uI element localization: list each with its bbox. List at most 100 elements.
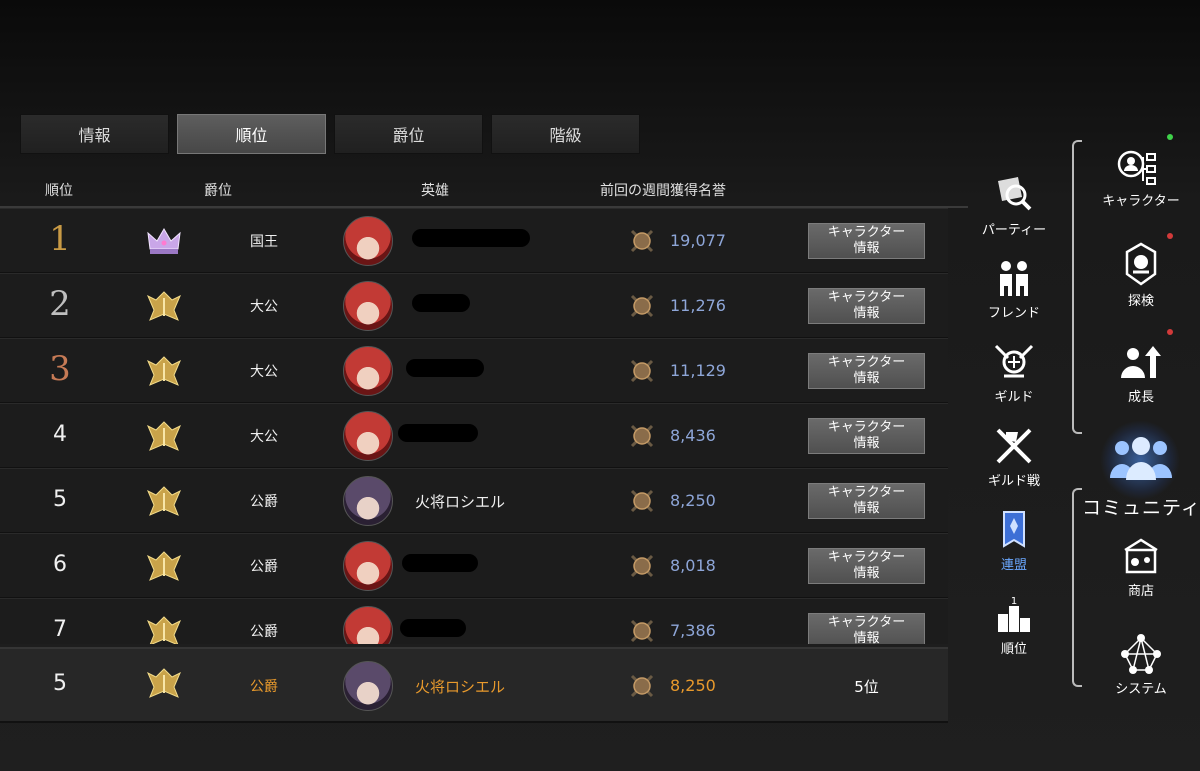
submenu-party[interactable]: パーティー: [968, 175, 1060, 238]
redacted-name: [412, 229, 530, 247]
submenu-guild-war[interactable]: ギルド戦: [968, 426, 1060, 489]
honor-value: 7,386: [670, 621, 716, 640]
peerage-title: 大公: [250, 364, 278, 380]
redacted-name: [412, 294, 470, 312]
rank-number: 7: [53, 617, 67, 642]
menu-system[interactable]: システム: [1095, 632, 1187, 697]
party-icon: [998, 177, 1032, 211]
honor-value: 8,436: [670, 426, 716, 445]
hero-avatar[interactable]: [343, 476, 393, 526]
redacted-name: [400, 619, 466, 637]
col-title: 爵位: [204, 183, 232, 199]
notification-dot: [1167, 233, 1173, 239]
honor-medal-icon: [630, 674, 654, 698]
character-icon: [1117, 150, 1156, 185]
menu-community[interactable]: [1095, 436, 1187, 486]
hero-avatar[interactable]: [343, 281, 393, 331]
hero-name: 火将ロシエル: [415, 678, 506, 696]
ranking-row: 4 大公 8,436 キャラクター 情報: [0, 403, 948, 469]
submenu-alliance[interactable]: 連盟: [968, 510, 1060, 573]
honor-medal-icon: [630, 229, 654, 253]
menu-bracket: [1072, 140, 1082, 434]
ranking-row: 7 公爵 7,386 キャラクター 情報: [0, 598, 948, 644]
hero-name: 火将ロシエル: [415, 493, 506, 511]
hero-avatar[interactable]: [343, 541, 393, 591]
honor-value: 11,276: [670, 296, 726, 315]
hero-avatar[interactable]: [343, 216, 393, 266]
tab-bar: 情報 順位 爵位 階級: [20, 114, 640, 154]
ranking-podium-icon: 1: [998, 596, 1030, 632]
rank-number: 5: [53, 671, 67, 696]
gold-crest-icon: [147, 486, 181, 516]
tab-class[interactable]: 階級: [491, 114, 640, 154]
redacted-name: [402, 554, 478, 572]
hero-avatar[interactable]: [343, 411, 393, 461]
gold-crest-icon: [147, 291, 181, 321]
rank-number: 3: [49, 349, 71, 389]
ranking-row: 3 大公 11,129 キャラクター 情報: [0, 338, 948, 404]
svg-text:1: 1: [1011, 596, 1017, 607]
redacted-name: [398, 424, 478, 442]
exploration-icon: [1125, 242, 1157, 286]
hero-avatar[interactable]: [343, 661, 393, 711]
peerage-title: 公爵: [250, 559, 278, 575]
rank-number: 2: [49, 284, 71, 324]
alliance-banner-icon: [1003, 511, 1025, 548]
honor-value: 8,250: [670, 491, 716, 510]
character-info-button[interactable]: キャラクター 情報: [808, 288, 925, 324]
crown-icon: [147, 228, 181, 254]
col-hero: 英雄: [421, 183, 449, 199]
peerage-title: 国王: [250, 234, 278, 250]
notification-dot: [1167, 329, 1173, 335]
menu-growth[interactable]: 成長: [1095, 342, 1187, 405]
tab-info[interactable]: 情報: [20, 114, 169, 154]
ranking-row: 6 公爵 8,018 キャラクター 情報: [0, 533, 948, 599]
rank-number: 4: [53, 422, 67, 447]
peerage-title: 公爵: [250, 679, 278, 695]
hero-avatar[interactable]: [343, 346, 393, 396]
column-header: 順位 爵位 英雄 前回の週間獲得名誉: [0, 170, 968, 208]
submenu-guild[interactable]: ギルド: [968, 342, 1060, 405]
ranking-list[interactable]: 1 国王 19,077 キャラクター 情報 2 大公 11,276 キャラクター…: [0, 208, 948, 644]
character-info-button[interactable]: キャラクター 情報: [808, 418, 925, 454]
peerage-title: 公爵: [250, 494, 278, 510]
guild-war-icon: [996, 428, 1032, 464]
submenu-ranking[interactable]: 1 順位: [968, 594, 1060, 657]
shop-icon: [1124, 538, 1158, 574]
honor-value: 8,250: [670, 676, 716, 695]
tab-peerage[interactable]: 爵位: [334, 114, 483, 154]
my-ranking-row: 5 公爵 火将ロシエル 8,250 5位: [0, 647, 948, 723]
gold-crest-icon: [147, 421, 181, 451]
tab-ranking[interactable]: 順位: [177, 114, 326, 154]
character-info-button[interactable]: キャラクター 情報: [808, 483, 925, 519]
menu-exploration[interactable]: 探検: [1095, 242, 1187, 309]
character-info-button[interactable]: キャラクター 情報: [808, 613, 925, 644]
ranking-row: 5 公爵 火将ロシエル 8,250 キャラクター 情報: [0, 468, 948, 534]
gold-crest-icon: [147, 668, 181, 698]
community-icon: [1110, 437, 1172, 480]
menu-shop[interactable]: 商店: [1095, 536, 1187, 599]
gold-crest-icon: [147, 616, 181, 644]
character-info-button[interactable]: キャラクター 情報: [808, 353, 925, 389]
character-info-button[interactable]: キャラクター 情報: [808, 223, 925, 259]
redacted-name: [406, 359, 484, 377]
hero-avatar[interactable]: [343, 606, 393, 644]
submenu-friends[interactable]: フレンド: [968, 258, 1060, 321]
peerage-title: 大公: [250, 429, 278, 445]
gold-crest-icon: [147, 551, 181, 581]
notification-dot: [1167, 134, 1173, 140]
ranking-row: 2 大公 11,276 キャラクター 情報: [0, 273, 948, 339]
friends-icon: [1000, 261, 1028, 296]
col-rank: 順位: [45, 183, 73, 199]
peerage-title: 大公: [250, 299, 278, 315]
my-place: 5位: [854, 678, 879, 696]
col-honor: 前回の週間獲得名誉: [600, 183, 726, 199]
ranking-row: 1 国王 19,077 キャラクター 情報: [0, 208, 948, 274]
system-icon: [1121, 634, 1161, 674]
honor-value: 19,077: [670, 231, 726, 250]
honor-medal-icon: [630, 619, 654, 643]
honor-medal-icon: [630, 489, 654, 513]
menu-character[interactable]: キャラクター: [1095, 146, 1187, 209]
honor-medal-icon: [630, 554, 654, 578]
character-info-button[interactable]: キャラクター 情報: [808, 548, 925, 584]
